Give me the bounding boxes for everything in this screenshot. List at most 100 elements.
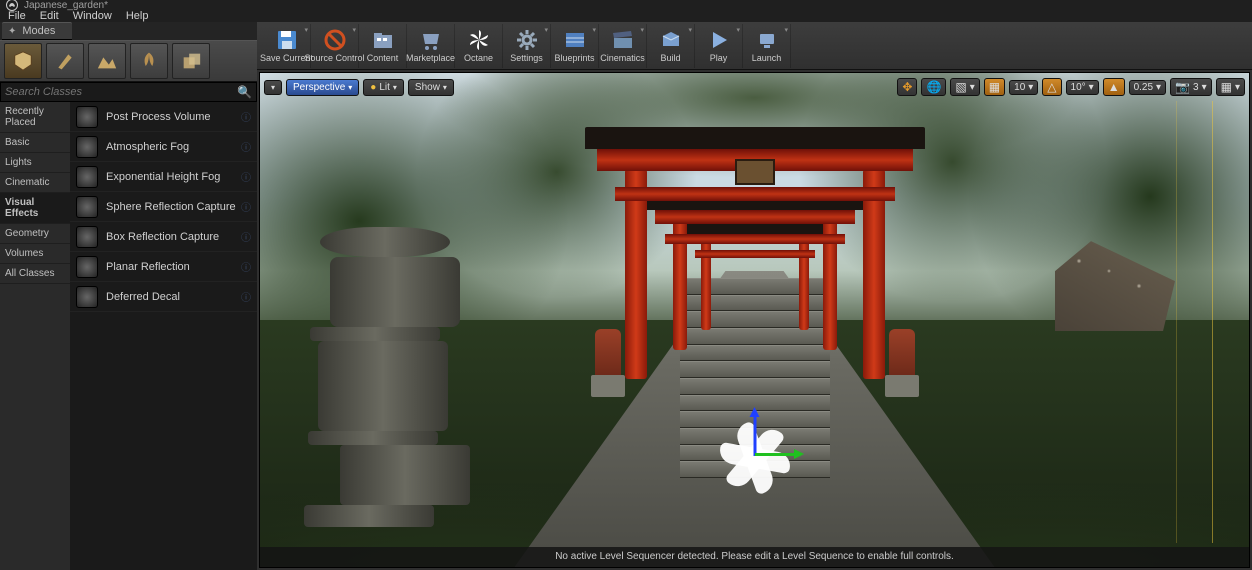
info-icon[interactable]: ⓘ <box>241 289 251 304</box>
asset-item[interactable]: Box Reflection Capture ⓘ <box>70 222 257 252</box>
chevron-down-icon: ▾ <box>304 26 308 34</box>
angle-snap-value[interactable]: 10°▾ <box>1066 80 1099 95</box>
scale-icon: ▲ <box>1108 80 1120 94</box>
mode-landscape-button[interactable] <box>88 43 126 79</box>
cat-lights[interactable]: Lights <box>0 153 70 173</box>
search-input[interactable] <box>5 86 237 98</box>
asset-label: Post Process Volume <box>106 111 211 123</box>
menu-file[interactable]: File <box>8 10 26 22</box>
asset-item[interactable]: Planar Reflectionⓘ <box>70 252 257 282</box>
cat-cinematic[interactable]: Cinematic <box>0 173 70 193</box>
camera-icon: 📷 <box>1175 80 1190 94</box>
asset-thumb-icon <box>76 256 98 278</box>
asset-item[interactable]: Deferred Decal ⓘ <box>70 282 257 312</box>
viewport[interactable]: ▾ Perspective▾ ●Lit▾ Show▾ ✥ 🌐 ▧▾ ▦ 10▾ … <box>259 72 1250 568</box>
build-button[interactable]: ▾Build <box>647 24 695 68</box>
show-button[interactable]: Show▾ <box>408 79 454 96</box>
marketplace-button[interactable]: Marketplace <box>407 24 455 68</box>
menu-window[interactable]: Window <box>73 10 112 22</box>
asset-label: Exponential Height Fog <box>106 171 220 183</box>
mode-paint-button[interactable] <box>46 43 84 79</box>
menu-edit[interactable]: Edit <box>40 10 59 22</box>
blueprint-icon <box>563 28 587 52</box>
blueprints-button[interactable]: ▾Blueprints <box>551 24 599 68</box>
surface-snap-toggle[interactable]: ▧▾ <box>950 78 979 96</box>
asset-label: Atmospheric Fog <box>106 141 189 153</box>
source-control-button[interactable]: ▾Source Control <box>311 24 359 68</box>
coord-space-toggle[interactable]: 🌐 <box>921 78 946 96</box>
asset-thumb-icon <box>76 136 98 158</box>
cat-volumes[interactable]: Volumes <box>0 244 70 264</box>
asset-thumb-icon <box>76 226 98 248</box>
asset-thumb-icon <box>76 106 98 128</box>
asset-label: Box Reflection Capture <box>106 231 219 243</box>
mode-icon-strip <box>0 40 257 82</box>
modes-icon: ✦ <box>8 26 16 37</box>
chevron-down-icon: ▾ <box>352 26 356 34</box>
info-icon[interactable]: ⓘ <box>241 109 251 124</box>
stone-lantern <box>300 227 430 527</box>
modes-panel: ✦ Modes 🔍 Recently Placed Basic Lights C… <box>0 22 257 570</box>
clapper-icon <box>611 28 635 52</box>
viewport-options-button[interactable]: ▾ <box>264 80 282 95</box>
transform-gizmo-toggle[interactable]: ✥ <box>897 78 917 96</box>
asset-item[interactable]: Post Process Volume ⓘ <box>70 102 257 132</box>
content-button[interactable]: Content <box>359 24 407 68</box>
scale-snap-value[interactable]: 0.25▾ <box>1129 80 1167 95</box>
launch-button[interactable]: ▾Launch <box>743 24 791 68</box>
title-bar: Japanese_garden* <box>0 0 1252 10</box>
viewport-status: No active Level Sequencer detected. Plea… <box>260 547 1249 567</box>
cat-geometry[interactable]: Geometry <box>0 224 70 244</box>
gear-icon <box>515 28 539 52</box>
mode-geometry-button[interactable] <box>172 43 210 79</box>
mode-foliage-button[interactable] <box>130 43 168 79</box>
settings-button[interactable]: ▾Settings <box>503 24 551 68</box>
camera-speed[interactable]: 📷3▾ <box>1170 78 1212 96</box>
angle-snap-toggle[interactable]: △ <box>1042 78 1061 96</box>
cat-recently-placed[interactable]: Recently Placed <box>0 102 70 133</box>
octane-button[interactable]: Octane <box>455 24 503 68</box>
asset-list: Post Process Volume ⓘ Atmospheric Fog ⓘ Ex… <box>70 102 257 570</box>
surface-icon: ▧ <box>955 80 966 94</box>
chevron-down-icon: ▾ <box>348 83 352 92</box>
asset-label: Sphere Reflection Capture <box>106 201 236 213</box>
move-icon: ✥ <box>902 80 912 94</box>
play-icon <box>707 28 731 52</box>
menu-bar: File Edit Window Help <box>0 10 1252 22</box>
cart-icon <box>419 28 443 52</box>
lit-button[interactable]: ●Lit▾ <box>363 79 404 96</box>
perspective-button[interactable]: Perspective▾ <box>286 79 359 96</box>
asset-item[interactable]: Sphere Reflection Capture ⓘ <box>70 192 257 222</box>
modes-tab-label: Modes <box>22 25 55 37</box>
grid-snap-toggle[interactable]: ▦ <box>984 78 1005 96</box>
ban-icon <box>323 28 347 52</box>
search-classes[interactable]: 🔍 <box>0 82 257 102</box>
info-icon[interactable]: ⓘ <box>241 139 251 154</box>
transform-gizmo[interactable] <box>715 408 795 488</box>
cat-all-classes[interactable]: All Classes <box>0 264 70 284</box>
chevron-down-icon: ▾ <box>393 83 397 92</box>
viewport-layout-button[interactable]: ▦▾ <box>1216 78 1245 96</box>
search-icon: 🔍 <box>237 85 252 99</box>
info-icon[interactable]: ⓘ <box>241 229 251 244</box>
play-button[interactable]: ▾Play <box>695 24 743 68</box>
asset-item[interactable]: Exponential Height Fog ⓘ <box>70 162 257 192</box>
modes-tab[interactable]: ✦ Modes <box>2 22 72 40</box>
cat-basic[interactable]: Basic <box>0 133 70 153</box>
asset-label: Deferred Decal <box>106 291 180 303</box>
chevron-down-icon: ▾ <box>592 26 596 34</box>
globe-icon: 🌐 <box>926 80 941 94</box>
rendered-scene <box>260 73 1249 567</box>
menu-help[interactable]: Help <box>126 10 149 22</box>
window-title: Japanese_garden* <box>24 0 108 11</box>
info-icon[interactable]: ⓘ <box>241 199 251 214</box>
grid-snap-value[interactable]: 10▾ <box>1009 80 1038 95</box>
info-icon[interactable]: ⓘ <box>241 259 251 274</box>
build-icon <box>659 28 683 52</box>
cat-visual-effects[interactable]: Visual Effects <box>0 193 70 224</box>
info-icon[interactable]: ⓘ <box>241 169 251 184</box>
mode-place-button[interactable] <box>4 43 42 79</box>
scale-snap-toggle[interactable]: ▲ <box>1103 78 1125 96</box>
asset-item[interactable]: Atmospheric Fog ⓘ <box>70 132 257 162</box>
cinematics-button[interactable]: ▾Cinematics <box>599 24 647 68</box>
